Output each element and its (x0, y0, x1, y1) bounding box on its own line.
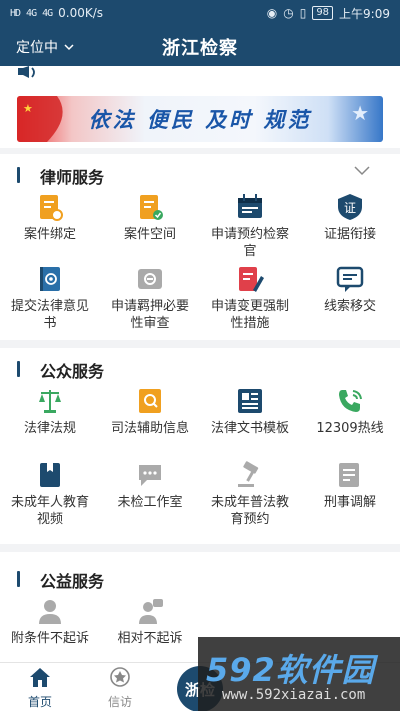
service-item[interactable]: 未检工作室 (100, 460, 200, 511)
service-item-label: 未成年普法教育预约 (210, 495, 289, 527)
service-item-label: 证据衔接 (323, 227, 376, 242)
watermark-url: www.592xiazai.com (222, 687, 366, 703)
service-item[interactable]: 法律法规 (0, 386, 100, 437)
page-title: 浙江检察 (162, 38, 238, 59)
review-icon (138, 269, 162, 289)
service-item[interactable]: 12309热线 (300, 386, 400, 437)
person-icon (39, 600, 61, 624)
signal-2-indicator: 4G (42, 7, 53, 19)
battery-indicator: 98 (312, 6, 334, 20)
status-bar: HD 4G 4G 0.00K/s ◉ ◷ ▯ 98 上午9:09 (0, 0, 400, 26)
message-icon (336, 266, 364, 292)
person-chat-icon (139, 599, 163, 624)
template-icon (238, 389, 262, 413)
service-item[interactable]: 案件绑定 (0, 192, 100, 243)
service-item[interactable]: 申请预约检察官 (200, 192, 300, 260)
service-item[interactable]: 未成年人教育视频 (0, 460, 100, 528)
alarm-icon: ◷ (283, 6, 294, 20)
service-item-label: 案件绑定 (23, 227, 76, 242)
svg-text:证: 证 (344, 201, 356, 215)
service-item-label: 线索移交 (323, 299, 376, 314)
at-book-icon (40, 267, 60, 291)
star-icon: ★ (351, 101, 369, 125)
eye-icon: ◉ (266, 6, 278, 20)
scales-icon (39, 390, 61, 413)
public-services-title: 公众服务 (40, 362, 105, 381)
service-item-label: 相对不起诉 (117, 631, 183, 646)
service-item-label: 申请变更强制性措施 (210, 299, 289, 331)
service-item-label: 12309热线 (316, 421, 384, 436)
section-marker (17, 571, 20, 587)
service-item-label: 刑事调解 (323, 495, 376, 510)
service-item[interactable]: 刑事调解 (300, 460, 400, 511)
service-item-label: 法律法规 (23, 421, 76, 436)
edit-doc-icon (239, 267, 264, 292)
welfare-services-title: 公益服务 (40, 572, 105, 591)
notice-card: ★ 依法 便民 及时 规范 ★ (0, 66, 400, 148)
service-item-label: 案件空间 (123, 227, 176, 242)
service-item[interactable]: 证证据衔接 (300, 192, 400, 243)
service-item-label: 未成年人教育视频 (10, 495, 89, 527)
service-item[interactable]: 相对不起诉 (100, 596, 200, 647)
lawyer-services-card: 律师服务 案件绑定 案件空间 申请预约检察官证证据衔接 提交法律意见书 申请羁押必要性审… (0, 154, 400, 340)
mediation-icon (339, 463, 359, 487)
service-item[interactable]: 附条件不起诉 (0, 596, 100, 647)
service-item-label: 提交法律意见书 (10, 299, 89, 331)
banner[interactable]: ★ 依法 便民 及时 规范 ★ (17, 96, 383, 142)
service-item-label: 未检工作室 (117, 495, 183, 510)
case-space-icon (140, 195, 163, 220)
service-item-label: 法律文书模板 (210, 421, 289, 436)
home-icon (30, 668, 50, 687)
vibrate-icon: ▯ (299, 6, 307, 20)
section-marker (17, 167, 20, 183)
phone-icon (339, 390, 362, 412)
video-book-icon (40, 463, 60, 487)
collapse-chevron-icon[interactable] (354, 166, 370, 176)
service-item[interactable]: 申请变更强制性措施 (200, 264, 300, 332)
service-item[interactable]: 司法辅助信息 (100, 386, 200, 437)
speaker-icon[interactable] (16, 66, 42, 80)
app-header: 定位中 浙江检察 (0, 26, 400, 66)
service-item-label: 申请羁押必要性审查 (110, 299, 189, 331)
calendar-icon (238, 194, 262, 218)
chat-icon (139, 465, 161, 486)
watermark-brand: 592软件园 (206, 651, 375, 689)
site-watermark: 592软件园 www.592xiazai.com (198, 637, 400, 711)
signal-1-indicator: 4G (26, 7, 37, 19)
service-item[interactable]: 案件空间 (100, 192, 200, 243)
service-item[interactable]: 申请羁押必要性审查 (100, 264, 200, 332)
service-item-label: 司法辅助信息 (110, 421, 189, 436)
search-doc-icon (139, 389, 161, 413)
hd-indicator: HD (10, 7, 21, 19)
banner-slogan: 依法 便民 及时 规范 (88, 108, 312, 132)
tab-home-label: 首页 (27, 695, 52, 709)
service-item-label: 申请预约检察官 (210, 227, 289, 259)
service-item[interactable]: 线索移交 (300, 264, 400, 315)
service-item-label: 附条件不起诉 (10, 631, 89, 646)
section-marker (17, 361, 20, 377)
gavel-icon (238, 461, 259, 487)
public-services-card: 公众服务 法律法规 司法辅助信息 法律文书模板 12309热线未成年人教育视频 未检工作… (0, 348, 400, 544)
main-content[interactable]: ★ 依法 便民 及时 规范 ★ 律师服务 案件绑定 案件空间 申请预约检察官证证据衔… (0, 66, 400, 662)
service-item[interactable]: 法律文书模板 (200, 386, 300, 437)
tab-petition-label: 信访 (107, 695, 132, 709)
lawyer-services-title: 律师服务 (40, 168, 105, 187)
badge-icon (110, 667, 130, 687)
network-speed: 0.00K/s (58, 6, 104, 20)
tab-petition[interactable]: 信访 (80, 666, 160, 710)
evidence-icon: 证 (338, 194, 362, 220)
case-bind-icon (40, 195, 63, 221)
tab-home[interactable]: 首页 (0, 666, 80, 710)
service-item[interactable]: 提交法律意见书 (0, 264, 100, 332)
clock: 上午9:09 (339, 6, 390, 21)
service-item[interactable]: 未成年普法教育预约 (200, 460, 300, 528)
